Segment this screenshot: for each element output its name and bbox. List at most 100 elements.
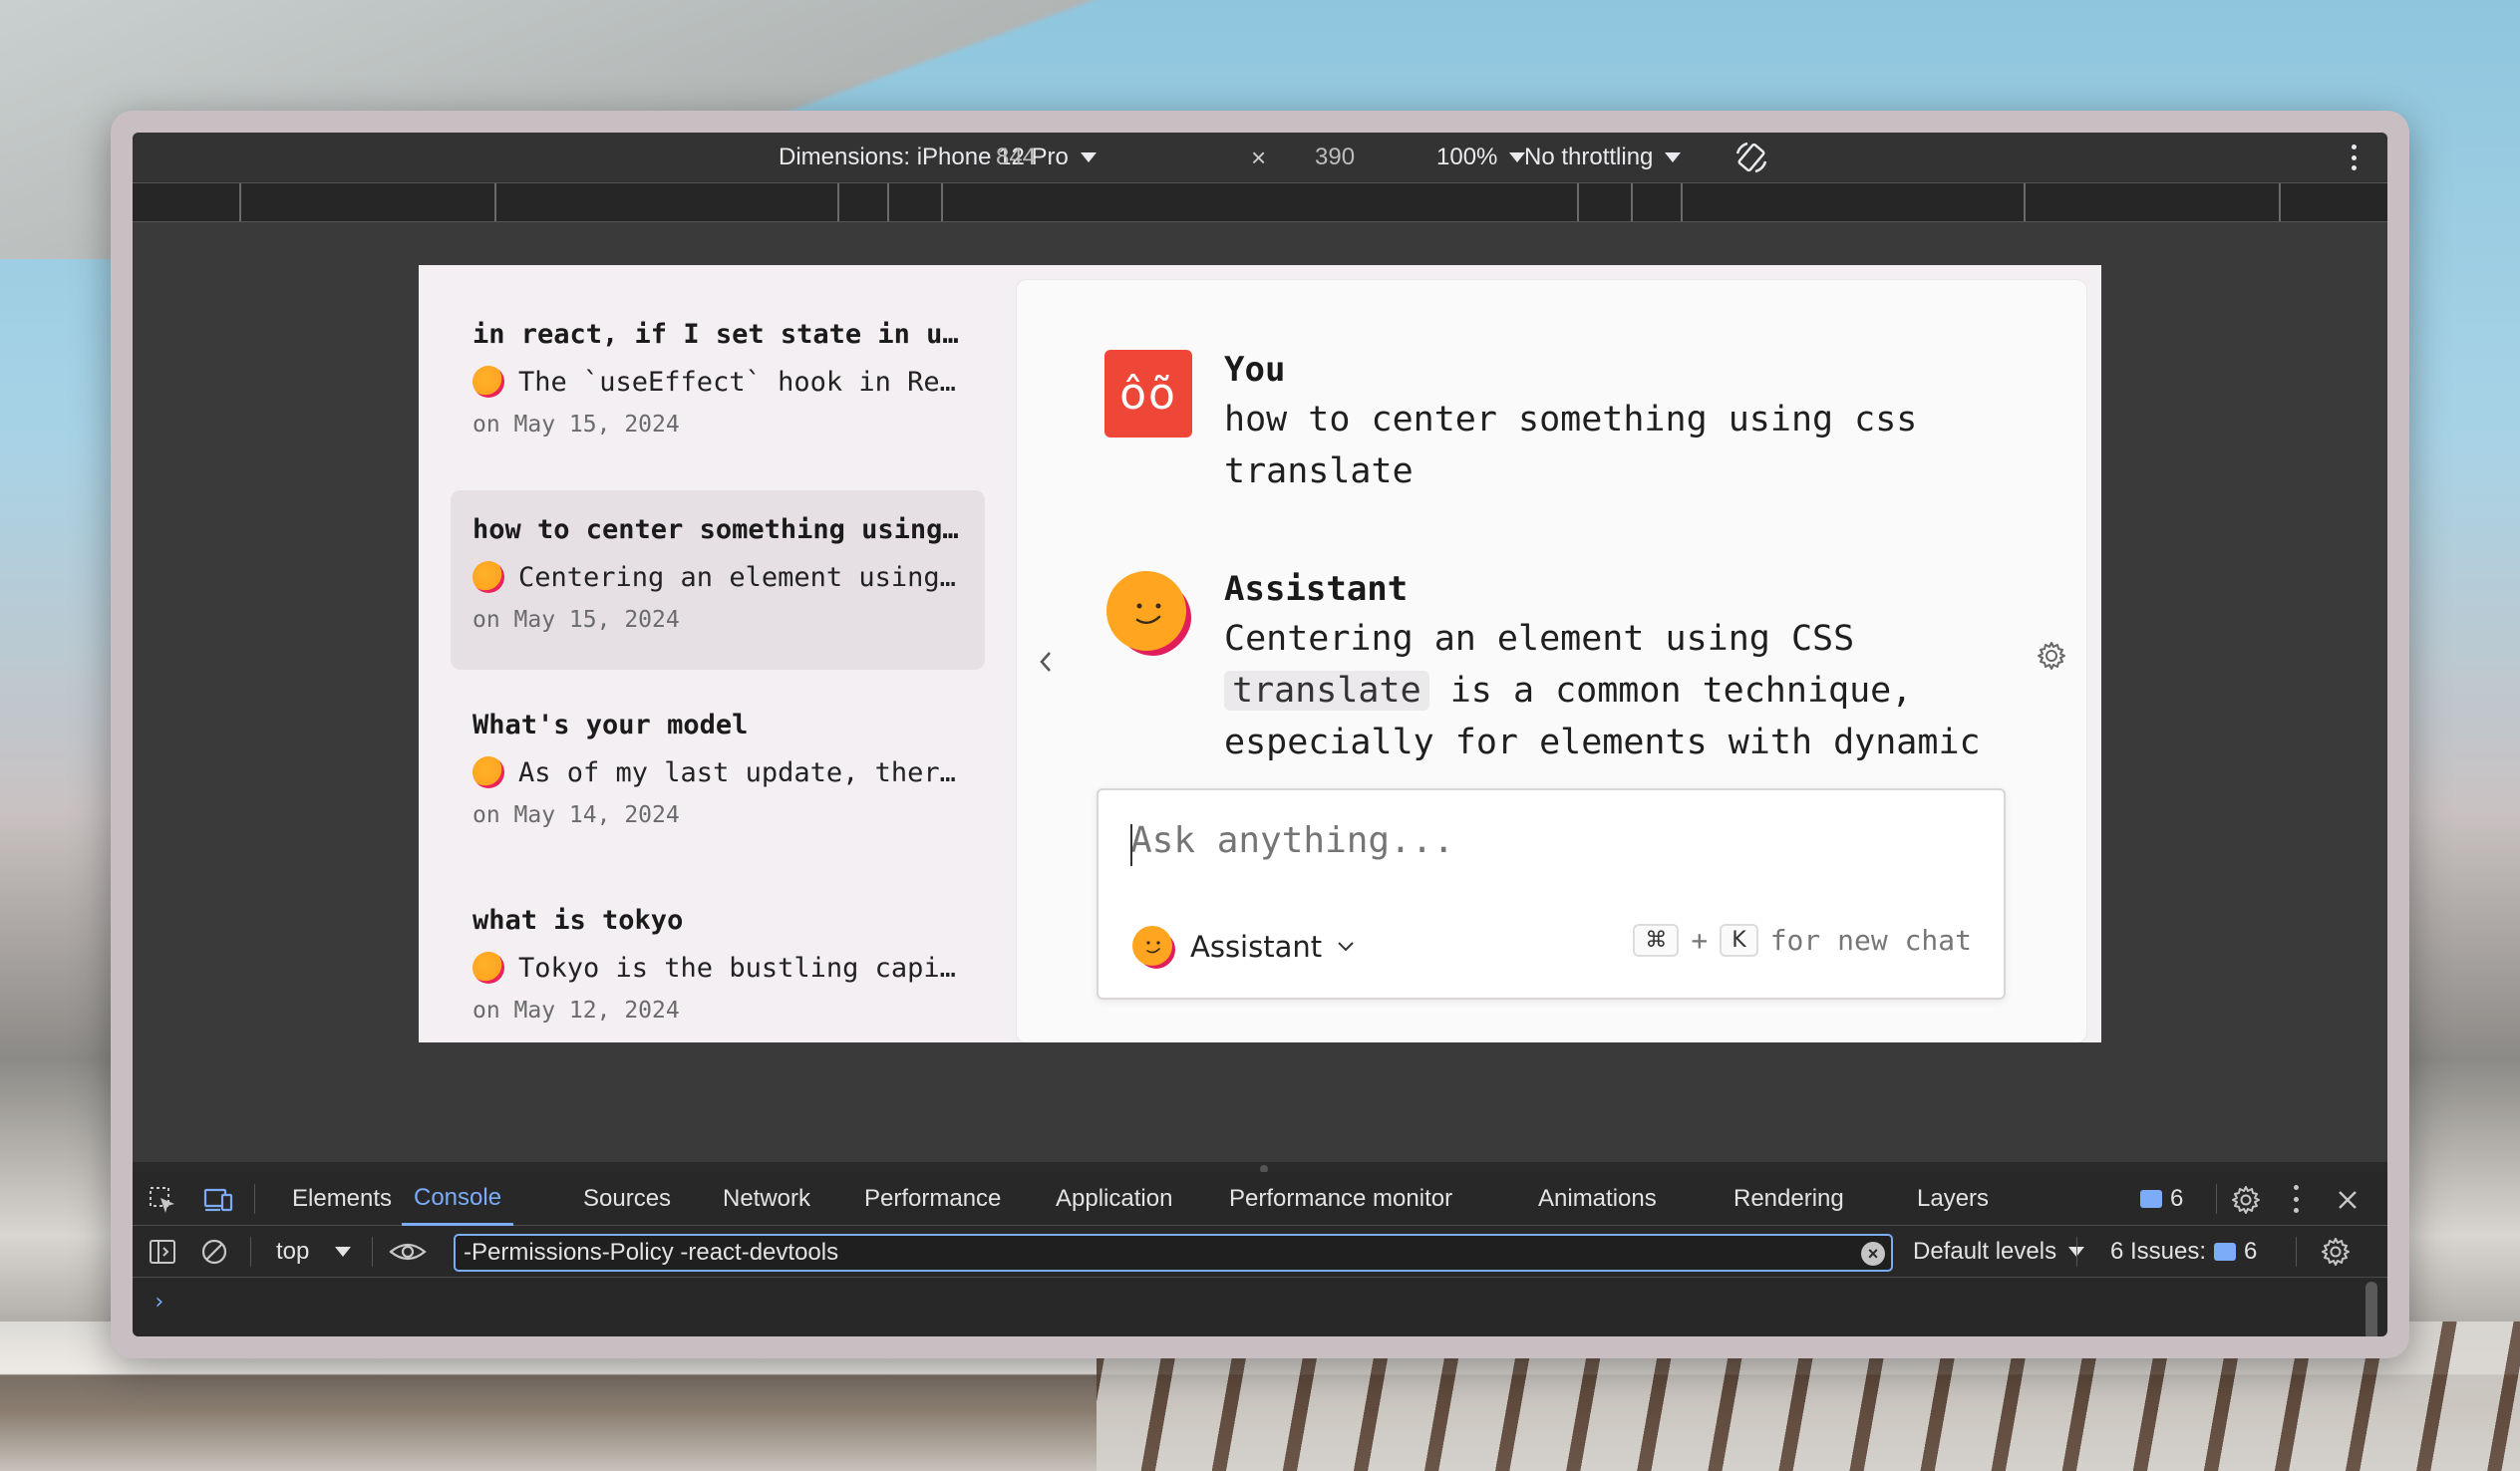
model-selector[interactable]: Assistant [1130,924,1356,970]
k-key: K [1720,924,1758,957]
device-toolbar: Dimensions: iPhone 12 Pro 844 × 390 100%… [133,133,2387,182]
chat-preview-text: As of my last update, there... [518,756,963,788]
assistant-face-icon [472,952,504,984]
tab-performance[interactable]: Performance [864,1172,1001,1226]
chevron-down-icon [335,1247,352,1257]
assistant-face-icon [472,366,504,398]
gear-icon[interactable] [2035,639,2068,673]
media-query-ruler[interactable] [133,182,2387,222]
issues-count: 6 [2244,1238,2258,1265]
model-label: Assistant [1190,930,1323,964]
chat-title: in react, if I set state in use e... [472,319,963,350]
chevron-left-icon[interactable] [1035,647,1057,677]
tab-elements[interactable]: Elements [292,1172,392,1226]
shortcut-hint-text: for new chat [1769,924,1972,957]
context-label: top [276,1238,310,1265]
eye-icon[interactable] [388,1236,428,1268]
chevron-down-icon [1338,942,1354,952]
inline-code: translate [1224,671,1429,711]
user-message: ôõ You how to center something using css… [1104,350,1982,497]
tab-console[interactable]: Console [402,1172,514,1226]
height-input[interactable]: 390 [1315,133,1355,182]
text-cursor [1130,824,1132,866]
rotate-icon [1735,142,1767,173]
chat-title: how to center something using... [472,514,963,545]
user-name: You [1224,350,1286,390]
log-levels-label: Default levels [1913,1238,2057,1265]
chat-date: on May 12, 2024 [472,998,680,1024]
plus-sign: + [1691,924,1709,957]
tab-layers[interactable]: Layers [1917,1172,1989,1226]
issues-button[interactable]: 6 Issues: 6 [2110,1226,2257,1278]
settings-gear-icon[interactable] [2230,1184,2262,1216]
assistant-text-start: Centering an element using CSS [1224,619,1855,659]
chat-preview: The `useEffect` hook in Re... [472,366,963,398]
more-options-icon[interactable] [2294,1185,2299,1213]
throttling-select[interactable]: No throttling [1524,133,1682,182]
assistant-message: Assistant Centering an element using CSS… [1104,569,1982,768]
command-key: ⌘ [1633,924,1680,957]
chat-history-sidebar: in react, if I set state in use e... The… [419,265,1017,1042]
chat-history-item[interactable]: in react, if I set state in use e... The… [451,295,985,474]
console-prompt-icon[interactable]: › [153,1290,165,1315]
tab-network[interactable]: Network [723,1172,810,1226]
console-filter-input[interactable] [454,1234,1893,1272]
tab-performance-monitor[interactable]: Performance monitor [1229,1172,1452,1226]
sidebar-toggle-icon[interactable] [147,1236,178,1268]
emulated-viewport: in react, if I set state in use e... The… [419,265,2101,1042]
chat-preview: Centering an element using ... [472,561,963,593]
message-composer: Assistant ⌘ + K for new chat [1097,788,2006,1000]
times-icon: × [1251,142,1267,172]
user-message-text: how to center something using css transl… [1224,400,1918,491]
user-avatar: ôõ [1104,350,1192,438]
assistant-name: Assistant [1224,569,1409,609]
chevron-down-icon [1509,152,1526,162]
console-filter-bar: top × Default levels 6 Issues: [133,1226,2387,1278]
device-toolbar-icon[interactable] [202,1184,234,1216]
assistant-face-icon [1132,926,1175,969]
chat-history-item-active[interactable]: how to center something using... Centeri… [451,490,985,670]
ask-input[interactable] [1130,820,1968,861]
chat-preview-text: The `useEffect` hook in Re... [518,366,963,398]
clear-console-icon[interactable] [198,1236,230,1268]
devtools-device-mode: Dimensions: iPhone 12 Pro 844 × 390 100%… [133,133,2387,1336]
rotate-button[interactable] [1733,133,1769,182]
message-icon [2140,1190,2162,1208]
assistant-message-text: Centering an element using CSS translate… [1224,613,1982,768]
assistant-avatar-icon [1106,571,1191,656]
tab-animations[interactable]: Animations [1538,1172,1657,1226]
messages-badge[interactable]: 6 [2140,1172,2183,1226]
chat-history-item[interactable]: What's your model As of my last update, … [451,686,985,865]
chevron-down-icon [1665,152,1682,162]
console-settings-gear-icon[interactable] [2320,1236,2352,1268]
assistant-face-icon [472,756,504,788]
zoom-label: 100% [1436,144,1498,170]
panel-resize-handle[interactable] [133,1162,2387,1173]
tab-rendering[interactable]: Rendering [1733,1172,1844,1226]
chat-date: on May 15, 2024 [472,607,680,633]
log-levels-select[interactable]: Default levels [1913,1226,2085,1278]
close-icon[interactable] [2332,1184,2363,1216]
new-chat-shortcut-hint: ⌘ + K for new chat [1633,924,1972,957]
device-dimensions-select[interactable]: Dimensions: iPhone 12 Pro [779,133,1097,182]
chat-panel: ôõ You how to center something using css… [1017,280,2086,1042]
zoom-select[interactable]: 100% [1436,133,1526,182]
chevron-down-icon [1080,152,1097,162]
console-scrollbar[interactable] [2365,1282,2377,1336]
browser-window: Dimensions: iPhone 12 Pro 844 × 390 100%… [111,111,2409,1358]
throttling-label: No throttling [1524,144,1654,170]
more-options-icon[interactable] [2352,145,2358,170]
issues-label: 6 Issues: [2110,1238,2207,1265]
chat-title: What's your model [472,710,749,740]
tab-sources[interactable]: Sources [583,1172,671,1226]
devtools-tab-bar: Elements Console Sources Network Perform… [133,1172,2387,1226]
chat-preview-text: Tokyo is the bustling capita... [518,952,963,984]
width-input[interactable]: 844 [996,133,1036,182]
tab-application[interactable]: Application [1056,1172,1172,1226]
inspect-element-icon[interactable] [147,1184,178,1216]
chat-date: on May 14, 2024 [472,802,680,828]
chat-history-item[interactable]: what is tokyo Tokyo is the bustling capi… [451,881,985,1042]
clear-filter-icon[interactable]: × [1861,1242,1885,1266]
context-select[interactable]: top [276,1226,352,1278]
chat-preview-text: Centering an element using ... [518,561,963,593]
